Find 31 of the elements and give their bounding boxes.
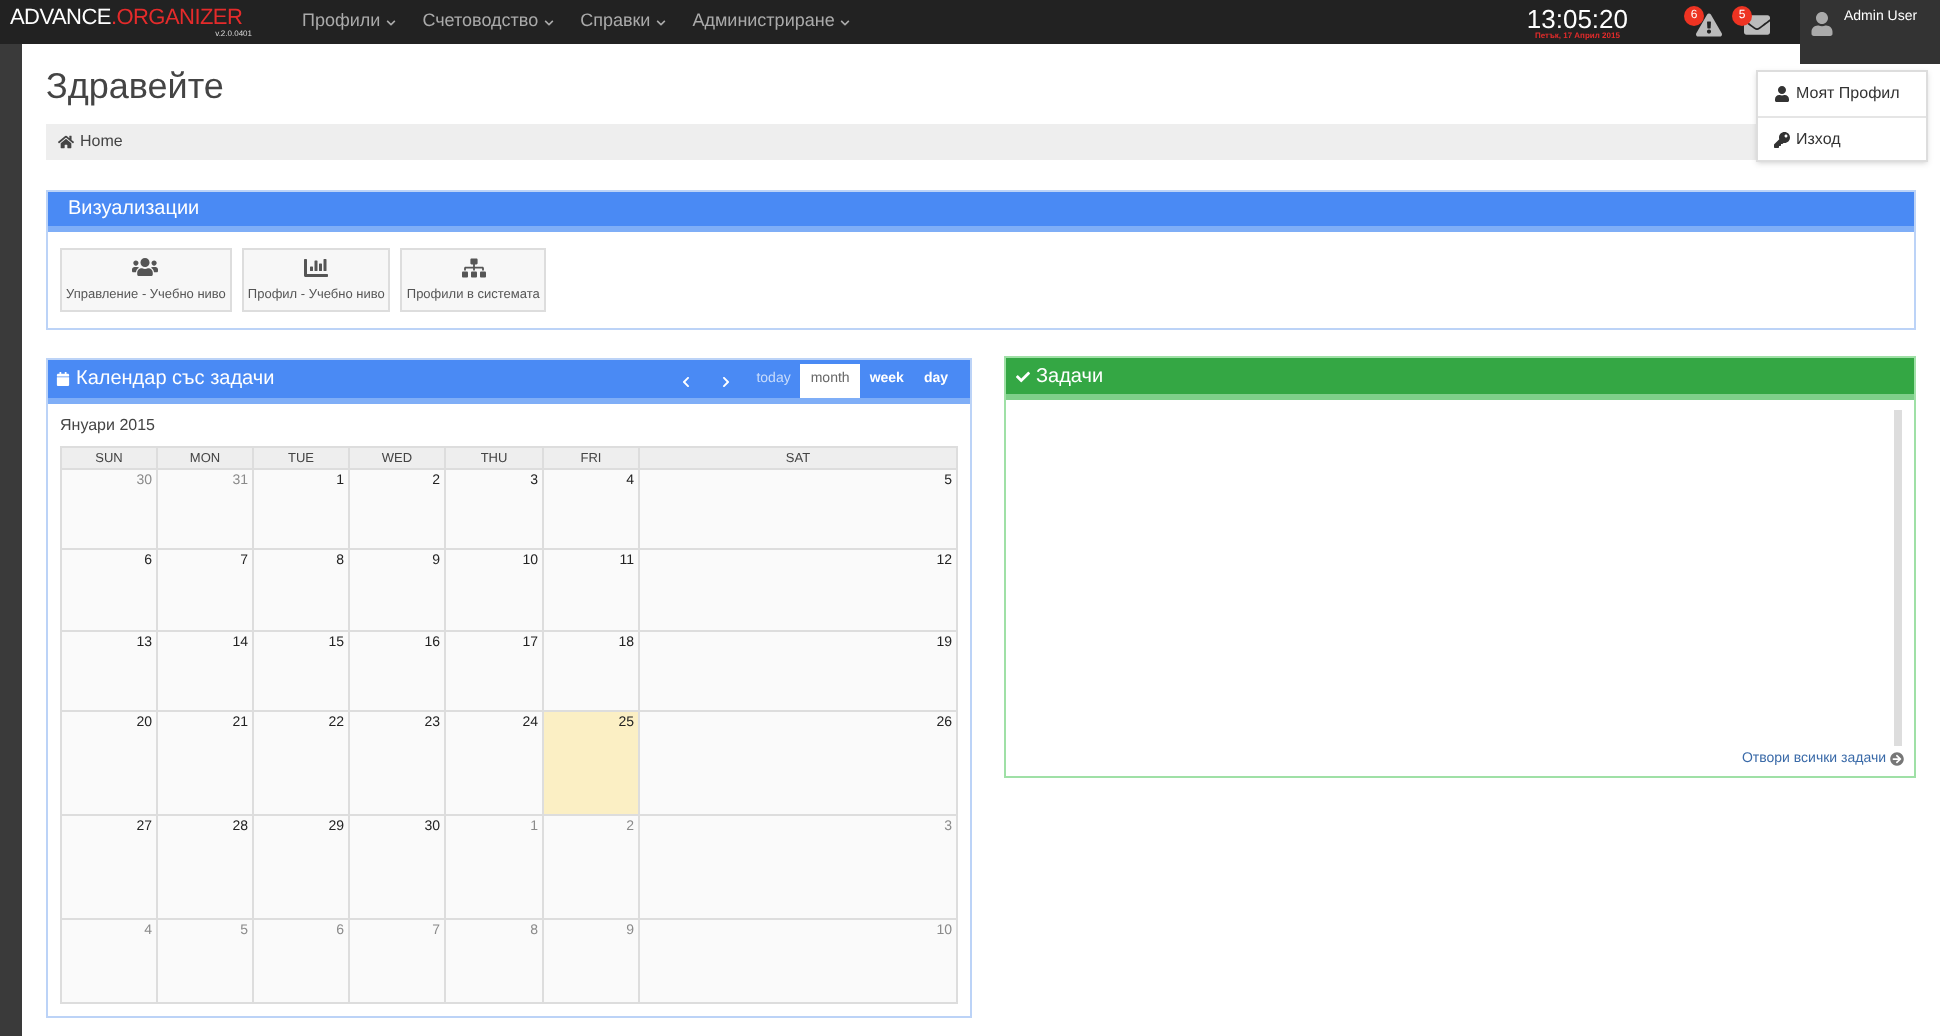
warning-icon — [1695, 12, 1721, 38]
sitemap-icon — [461, 255, 486, 280]
nav-menu[interactable]: Профили — [302, 8, 397, 36]
user-icon — [1774, 86, 1790, 102]
panel-title: Визуализации — [68, 196, 200, 224]
nav-menu[interactable]: Справки — [580, 8, 667, 36]
panel-title: Задачи — [1016, 361, 1104, 391]
panel-title: Календар със задачи — [56, 364, 275, 394]
chevron-right-icon — [720, 376, 733, 388]
calendar-icon — [56, 372, 70, 386]
breadcrumb-link[interactable]: Home — [58, 130, 123, 154]
logo: ADVANCE.ORGANIZER — [10, 7, 245, 29]
caret-icon — [386, 17, 397, 27]
nav-menu[interactable]: Счетоводство — [422, 8, 555, 36]
check-icon — [1016, 369, 1030, 383]
chevron-left-icon — [680, 376, 693, 388]
clock-time: 13:05:20 — [1526, 5, 1628, 31]
bar-chart-icon — [304, 255, 329, 280]
month-label: Януари 2015 — [60, 414, 157, 438]
envelope-icon — [1743, 12, 1769, 38]
caret-icon — [544, 17, 555, 27]
home-icon — [58, 134, 74, 150]
nav-menu[interactable]: Администриране — [692, 8, 851, 36]
users-icon — [132, 254, 159, 281]
caret-icon — [656, 17, 667, 27]
dropdown-item[interactable]: Изход — [1758, 116, 1926, 160]
page-title: Здравейте — [46, 68, 224, 104]
key-icon — [1774, 131, 1790, 147]
dropdown-item[interactable]: Моят Профил — [1758, 72, 1926, 116]
user-avatar-icon — [1810, 12, 1834, 36]
caret-icon — [840, 17, 851, 27]
